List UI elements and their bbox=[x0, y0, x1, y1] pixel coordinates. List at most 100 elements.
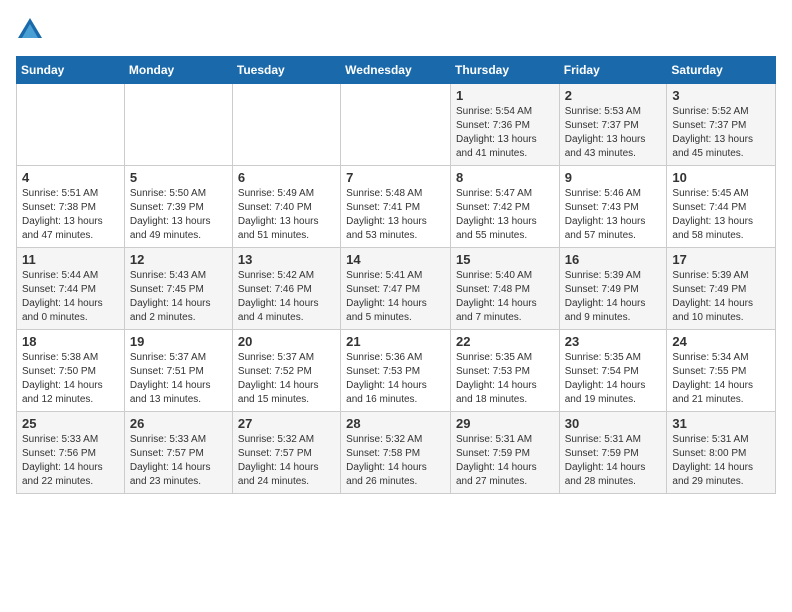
day-number: 30 bbox=[565, 416, 662, 431]
day-number: 25 bbox=[22, 416, 119, 431]
day-cell: 10 Sunrise: 5:45 AM Sunset: 7:44 PM Dayli… bbox=[667, 166, 776, 248]
day-info: Sunrise: 5:32 AM Sunset: 7:58 PM Dayligh… bbox=[346, 433, 445, 489]
day-info: Sunrise: 5:45 AM Sunset: 7:44 PM Dayligh… bbox=[672, 187, 770, 243]
week-row-3: 11 Sunrise: 5:44 AM Sunset: 7:44 PM Dayli… bbox=[17, 248, 776, 330]
day-cell: 13 Sunrise: 5:42 AM Sunset: 7:46 PM Dayli… bbox=[232, 248, 340, 330]
day-cell: 24 Sunrise: 5:34 AM Sunset: 7:55 PM Dayli… bbox=[667, 330, 776, 412]
day-info: Sunrise: 5:54 AM Sunset: 7:36 PM Dayligh… bbox=[456, 105, 554, 161]
day-info: Sunrise: 5:44 AM Sunset: 7:44 PM Dayligh… bbox=[22, 269, 119, 325]
day-cell: 30 Sunrise: 5:31 AM Sunset: 7:59 PM Dayli… bbox=[559, 412, 667, 494]
day-cell: 3Sunrise: 5:52 AM Sunset: 7:37 PM Daylig… bbox=[667, 84, 776, 166]
day-cell: 4 Sunrise: 5:51 AM Sunset: 7:38 PM Daylig… bbox=[17, 166, 125, 248]
day-number: 18 bbox=[22, 334, 119, 349]
day-number: 12 bbox=[130, 252, 227, 267]
day-info: Sunrise: 5:50 AM Sunset: 7:39 PM Dayligh… bbox=[130, 187, 227, 243]
day-cell: 21 Sunrise: 5:36 AM Sunset: 7:53 PM Dayli… bbox=[341, 330, 451, 412]
header-tuesday: Tuesday bbox=[232, 57, 340, 84]
header-saturday: Saturday bbox=[667, 57, 776, 84]
day-info: Sunrise: 5:53 AM Sunset: 7:37 PM Dayligh… bbox=[565, 105, 662, 161]
day-info: Sunrise: 5:39 AM Sunset: 7:49 PM Dayligh… bbox=[672, 269, 770, 325]
day-number: 16 bbox=[565, 252, 662, 267]
day-info: Sunrise: 5:42 AM Sunset: 7:46 PM Dayligh… bbox=[238, 269, 335, 325]
day-info: Sunrise: 5:37 AM Sunset: 7:52 PM Dayligh… bbox=[238, 351, 335, 407]
day-number: 17 bbox=[672, 252, 770, 267]
day-number: 7 bbox=[346, 170, 445, 185]
day-info: Sunrise: 5:47 AM Sunset: 7:42 PM Dayligh… bbox=[456, 187, 554, 243]
day-cell: 19 Sunrise: 5:37 AM Sunset: 7:51 PM Dayli… bbox=[124, 330, 232, 412]
day-number: 21 bbox=[346, 334, 445, 349]
day-cell: 6Sunrise: 5:49 AM Sunset: 7:40 PM Daylig… bbox=[232, 166, 340, 248]
header-friday: Friday bbox=[559, 57, 667, 84]
logo bbox=[16, 16, 48, 44]
day-number: 5 bbox=[130, 170, 227, 185]
day-number: 19 bbox=[130, 334, 227, 349]
day-cell: 7 Sunrise: 5:48 AM Sunset: 7:41 PM Daylig… bbox=[341, 166, 451, 248]
day-cell: 11 Sunrise: 5:44 AM Sunset: 7:44 PM Dayli… bbox=[17, 248, 125, 330]
day-cell: 28 Sunrise: 5:32 AM Sunset: 7:58 PM Dayli… bbox=[341, 412, 451, 494]
day-cell: 26Sunrise: 5:33 AM Sunset: 7:57 PM Dayli… bbox=[124, 412, 232, 494]
day-number: 31 bbox=[672, 416, 770, 431]
day-number: 22 bbox=[456, 334, 554, 349]
day-info: Sunrise: 5:33 AM Sunset: 7:56 PM Dayligh… bbox=[22, 433, 119, 489]
day-info: Sunrise: 5:48 AM Sunset: 7:41 PM Dayligh… bbox=[346, 187, 445, 243]
day-number: 20 bbox=[238, 334, 335, 349]
day-cell: 25 Sunrise: 5:33 AM Sunset: 7:56 PM Dayli… bbox=[17, 412, 125, 494]
day-cell: 16 Sunrise: 5:39 AM Sunset: 7:49 PM Dayli… bbox=[559, 248, 667, 330]
day-cell: 5 Sunrise: 5:50 AM Sunset: 7:39 PM Daylig… bbox=[124, 166, 232, 248]
day-number: 10 bbox=[672, 170, 770, 185]
day-cell: 31Sunrise: 5:31 AM Sunset: 8:00 PM Dayli… bbox=[667, 412, 776, 494]
day-info: Sunrise: 5:31 AM Sunset: 7:59 PM Dayligh… bbox=[456, 433, 554, 489]
day-number: 24 bbox=[672, 334, 770, 349]
week-row-1: 1Sunrise: 5:54 AM Sunset: 7:36 PM Daylig… bbox=[17, 84, 776, 166]
page-header bbox=[16, 16, 776, 44]
day-cell: 15Sunrise: 5:40 AM Sunset: 7:48 PM Dayli… bbox=[450, 248, 559, 330]
day-cell: 23 Sunrise: 5:35 AM Sunset: 7:54 PM Dayli… bbox=[559, 330, 667, 412]
header-sunday: Sunday bbox=[17, 57, 125, 84]
day-info: Sunrise: 5:34 AM Sunset: 7:55 PM Dayligh… bbox=[672, 351, 770, 407]
day-info: Sunrise: 5:51 AM Sunset: 7:38 PM Dayligh… bbox=[22, 187, 119, 243]
day-cell bbox=[232, 84, 340, 166]
day-number: 4 bbox=[22, 170, 119, 185]
header-wednesday: Wednesday bbox=[341, 57, 451, 84]
week-row-5: 25 Sunrise: 5:33 AM Sunset: 7:56 PM Dayli… bbox=[17, 412, 776, 494]
day-cell: 14 Sunrise: 5:41 AM Sunset: 7:47 PM Dayli… bbox=[341, 248, 451, 330]
header-monday: Monday bbox=[124, 57, 232, 84]
day-info: Sunrise: 5:32 AM Sunset: 7:57 PM Dayligh… bbox=[238, 433, 335, 489]
day-cell: 22Sunrise: 5:35 AM Sunset: 7:53 PM Dayli… bbox=[450, 330, 559, 412]
day-number: 13 bbox=[238, 252, 335, 267]
day-number: 2 bbox=[565, 88, 662, 103]
day-info: Sunrise: 5:36 AM Sunset: 7:53 PM Dayligh… bbox=[346, 351, 445, 407]
calendar-table: SundayMondayTuesdayWednesdayThursdayFrid… bbox=[16, 56, 776, 494]
day-cell: 29 Sunrise: 5:31 AM Sunset: 7:59 PM Dayli… bbox=[450, 412, 559, 494]
day-number: 8 bbox=[456, 170, 554, 185]
day-number: 28 bbox=[346, 416, 445, 431]
day-info: Sunrise: 5:46 AM Sunset: 7:43 PM Dayligh… bbox=[565, 187, 662, 243]
day-info: Sunrise: 5:37 AM Sunset: 7:51 PM Dayligh… bbox=[130, 351, 227, 407]
day-number: 6 bbox=[238, 170, 335, 185]
day-info: Sunrise: 5:38 AM Sunset: 7:50 PM Dayligh… bbox=[22, 351, 119, 407]
day-cell: 18 Sunrise: 5:38 AM Sunset: 7:50 PM Dayli… bbox=[17, 330, 125, 412]
day-cell bbox=[17, 84, 125, 166]
header-thursday: Thursday bbox=[450, 57, 559, 84]
day-number: 26 bbox=[130, 416, 227, 431]
day-cell: 9Sunrise: 5:46 AM Sunset: 7:43 PM Daylig… bbox=[559, 166, 667, 248]
day-cell bbox=[341, 84, 451, 166]
day-info: Sunrise: 5:35 AM Sunset: 7:54 PM Dayligh… bbox=[565, 351, 662, 407]
day-number: 14 bbox=[346, 252, 445, 267]
day-info: Sunrise: 5:52 AM Sunset: 7:37 PM Dayligh… bbox=[672, 105, 770, 161]
day-cell: 20 Sunrise: 5:37 AM Sunset: 7:52 PM Dayli… bbox=[232, 330, 340, 412]
day-cell: 12Sunrise: 5:43 AM Sunset: 7:45 PM Dayli… bbox=[124, 248, 232, 330]
day-cell bbox=[124, 84, 232, 166]
day-info: Sunrise: 5:31 AM Sunset: 7:59 PM Dayligh… bbox=[565, 433, 662, 489]
day-info: Sunrise: 5:39 AM Sunset: 7:49 PM Dayligh… bbox=[565, 269, 662, 325]
header-row: SundayMondayTuesdayWednesdayThursdayFrid… bbox=[17, 57, 776, 84]
day-cell: 27Sunrise: 5:32 AM Sunset: 7:57 PM Dayli… bbox=[232, 412, 340, 494]
day-number: 23 bbox=[565, 334, 662, 349]
day-number: 29 bbox=[456, 416, 554, 431]
day-cell: 2 Sunrise: 5:53 AM Sunset: 7:37 PM Daylig… bbox=[559, 84, 667, 166]
day-info: Sunrise: 5:41 AM Sunset: 7:47 PM Dayligh… bbox=[346, 269, 445, 325]
day-cell: 8 Sunrise: 5:47 AM Sunset: 7:42 PM Daylig… bbox=[450, 166, 559, 248]
day-number: 11 bbox=[22, 252, 119, 267]
logo-icon bbox=[16, 16, 44, 44]
week-row-4: 18 Sunrise: 5:38 AM Sunset: 7:50 PM Dayli… bbox=[17, 330, 776, 412]
